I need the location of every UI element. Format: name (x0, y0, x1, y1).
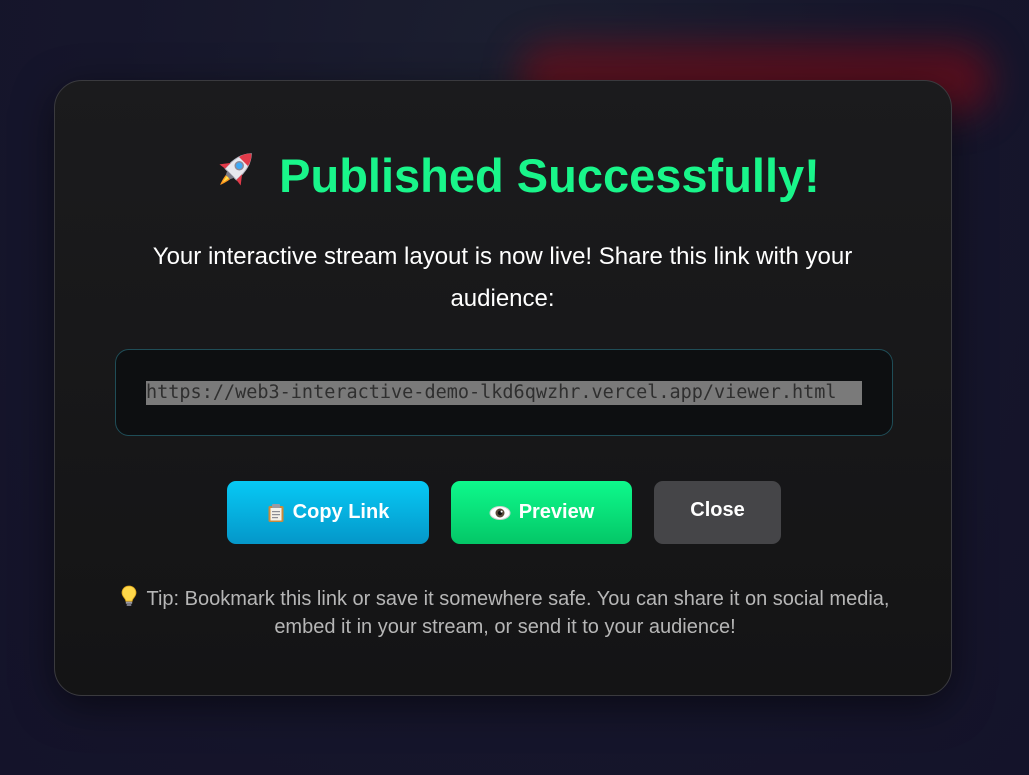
dialog-message: Your interactive stream layout is now li… (152, 243, 853, 312)
rocket-icon (209, 144, 261, 208)
eye-icon (489, 505, 511, 521)
dialog-title-text: Published Successfully! (279, 149, 820, 202)
tip-text: Tip: Bookmark this link or save it somew… (146, 588, 890, 638)
clipboard-icon (267, 503, 285, 523)
close-button[interactable]: Close (654, 481, 781, 544)
share-url-field[interactable]: https://web3-interactive-demo-lkd6qwzhr.… (115, 349, 893, 436)
preview-button[interactable]: Preview (451, 481, 632, 544)
close-label: Close (690, 499, 745, 521)
preview-label: Preview (518, 501, 595, 523)
copy-link-button[interactable]: Copy Link (227, 481, 429, 544)
lightbulb-icon (121, 585, 137, 614)
dialog-title: Published Successfully! (0, 148, 1029, 208)
copy-link-label: Copy Link (292, 501, 390, 523)
share-url-text[interactable]: https://web3-interactive-demo-lkd6qwzhr.… (146, 380, 862, 405)
tip-text-block: Tip: Bookmark this link or save it somew… (110, 585, 900, 640)
